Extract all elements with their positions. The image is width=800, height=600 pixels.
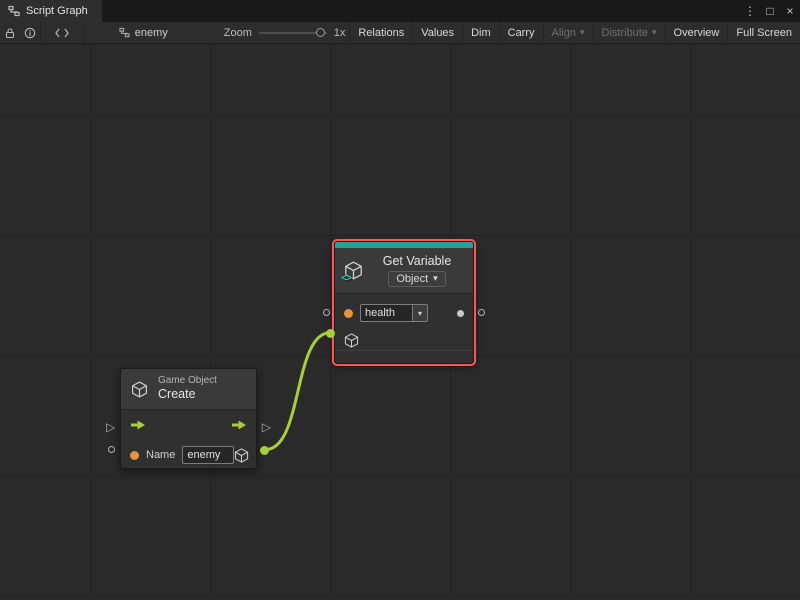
variable-name-dropdown[interactable]: ▾ — [412, 304, 428, 322]
graph-name: enemy — [135, 27, 168, 39]
name-port-label: Name — [146, 449, 175, 461]
script-graph-window: { "window": { "tab_title": "Script Graph… — [0, 0, 800, 600]
connection-edge[interactable] — [266, 333, 331, 450]
graph-breadcrumb[interactable]: enemy — [119, 27, 168, 39]
object-input-row — [335, 328, 473, 352]
name-row: Name — [121, 440, 256, 470]
graph-canvas[interactable]: Game Object Create Name ▷ ▷ — [0, 44, 800, 600]
graph-toolbar: enemy Zoom 1x Relations Values Dim Carry… — [0, 22, 800, 44]
variable-name-field[interactable]: health ▾ — [360, 304, 428, 322]
carry-button[interactable]: Carry — [499, 22, 543, 43]
game-object-cube-icon — [131, 381, 148, 398]
node-title: Create — [158, 387, 217, 403]
game-object-output-port[interactable] — [260, 446, 269, 455]
dim-button[interactable]: Dim — [462, 22, 499, 43]
zoom-slider[interactable] — [259, 32, 327, 34]
relations-button[interactable]: Relations — [349, 22, 412, 43]
maximize-icon[interactable]: □ — [760, 0, 780, 22]
title-bar: Script Graph ⋮ □ × — [0, 0, 800, 22]
graph-asset-icon — [119, 27, 130, 38]
get-variable-header[interactable]: <> Get Variable Object ▾ — [335, 248, 473, 294]
overview-button[interactable]: Overview — [665, 22, 728, 43]
name-input-port[interactable] — [108, 446, 115, 453]
distribute-button[interactable]: Distribute▾ — [593, 22, 665, 43]
value-output-port[interactable] — [478, 309, 485, 316]
value-port-dot — [130, 451, 139, 460]
zoom-value: 1x — [334, 27, 346, 39]
align-button[interactable]: Align▾ — [543, 22, 593, 43]
variable-name-value[interactable]: health — [360, 304, 412, 322]
window-menu-icon[interactable]: ⋮ — [740, 0, 760, 22]
variable-name-input-port[interactable] — [323, 309, 330, 316]
variable-scope-dropdown[interactable]: Object ▾ — [388, 271, 445, 287]
variable-name-row: health ▾ — [335, 298, 473, 328]
chevron-down-icon: ▾ — [433, 273, 438, 284]
code-view-button[interactable] — [41, 22, 84, 44]
chevron-down-icon: ▾ — [418, 309, 422, 318]
info-button[interactable] — [20, 22, 40, 44]
chevron-down-icon: ▾ — [580, 27, 585, 38]
object-input-cube-icon — [344, 333, 359, 348]
toolbar-separator — [84, 22, 85, 44]
window-controls: ⋮ □ × — [740, 0, 800, 22]
values-button[interactable]: Values — [412, 22, 462, 43]
lock-button[interactable] — [0, 22, 20, 44]
value-output-dot — [457, 310, 464, 317]
game-object-output-icon — [234, 448, 249, 463]
close-icon[interactable]: × — [780, 0, 800, 22]
value-port-dot — [344, 309, 353, 318]
flow-output-port[interactable]: ▷ — [262, 421, 271, 433]
flow-input-port[interactable]: ▷ — [106, 421, 115, 433]
node-get-variable[interactable]: <> Get Variable Object ▾ health ▾ — [334, 241, 474, 364]
object-input-port[interactable] — [326, 329, 335, 338]
flow-out-arrow-icon — [231, 419, 247, 431]
node-title: Get Variable — [383, 254, 452, 268]
node-category: Game Object — [158, 375, 217, 388]
node-game-object-create[interactable]: Game Object Create Name ▷ ▷ — [120, 368, 257, 469]
zoom-label: Zoom — [224, 27, 252, 39]
tab-title: Script Graph — [26, 5, 88, 17]
flow-in-arrow-icon — [130, 419, 146, 431]
flow-row — [121, 410, 256, 440]
zoom-slider-handle[interactable] — [316, 28, 325, 37]
chevron-down-icon: ▾ — [652, 27, 657, 38]
full-screen-button[interactable]: Full Screen — [727, 22, 800, 43]
name-input[interactable] — [182, 446, 234, 464]
code-brackets-icon: <> — [341, 273, 351, 284]
tab-script-graph[interactable]: Script Graph — [0, 0, 102, 22]
create-node-header[interactable]: Game Object Create — [121, 369, 256, 410]
script-graph-icon — [8, 5, 20, 17]
toolbar-buttons: Relations Values Dim Carry Align▾ Distri… — [349, 22, 800, 43]
variable-cube-icon: <> — [344, 261, 363, 280]
node-footer — [335, 350, 473, 363]
